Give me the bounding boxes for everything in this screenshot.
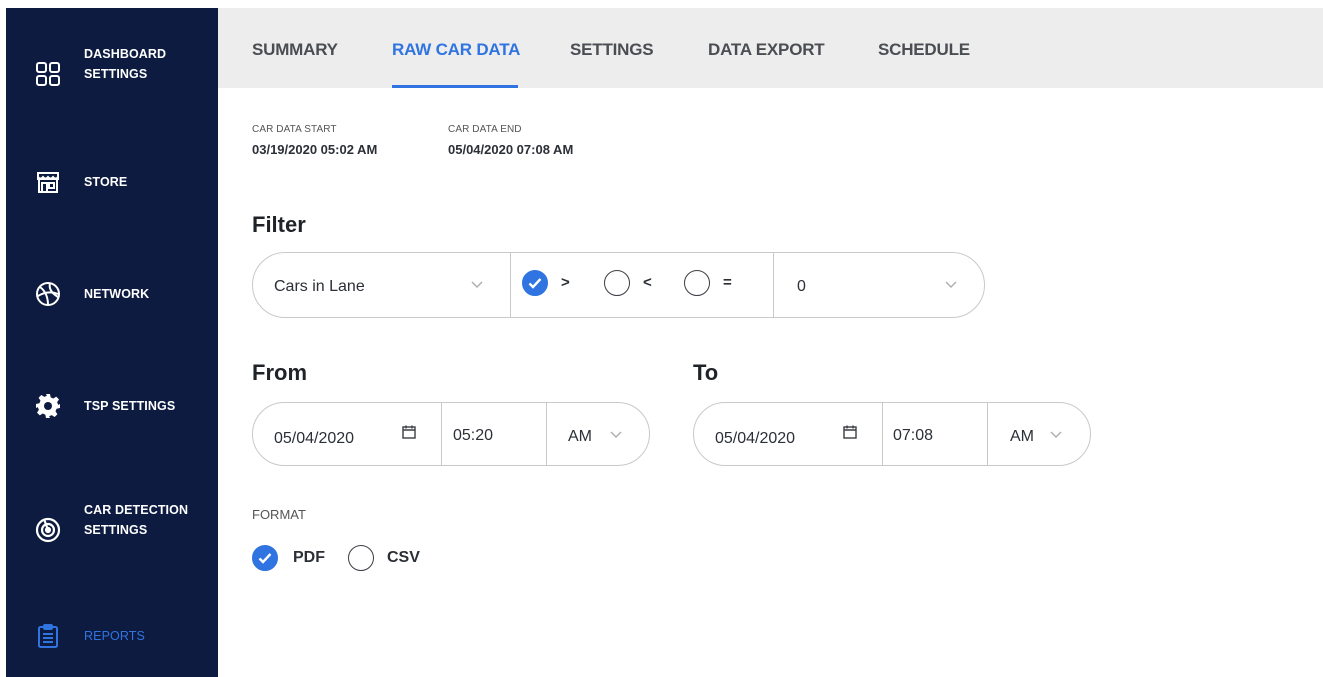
format-pdf-radio[interactable] xyxy=(252,545,278,571)
divider xyxy=(510,253,511,317)
tab-data-export[interactable]: DATA EXPORT xyxy=(708,40,825,60)
active-tab-indicator xyxy=(392,85,518,88)
car-data-start-value: 03/19/2020 05:02 AM xyxy=(252,142,378,157)
car-data-start-label: CAR DATA START xyxy=(252,124,337,135)
operator-less-label: < xyxy=(643,274,652,291)
format-label: FORMAT xyxy=(252,507,306,522)
to-heading: To xyxy=(693,360,719,385)
to-date-input[interactable]: 05/04/2020 xyxy=(715,430,795,448)
sidebar-item-label: CAR DETECTION SETTINGS xyxy=(84,503,189,537)
chevron-down-icon[interactable] xyxy=(610,431,622,439)
network-globe-icon xyxy=(34,280,62,308)
sidebar: DASHBOARD SETTINGS STORE NETWORK TSP SETT… xyxy=(6,8,218,677)
filter-heading: Filter xyxy=(252,212,306,237)
divider xyxy=(987,403,988,465)
sidebar-item-label: NETWORK xyxy=(84,287,150,301)
chevron-down-icon[interactable] xyxy=(945,281,957,289)
from-date-input[interactable]: 05/04/2020 xyxy=(274,430,354,448)
sidebar-item-label: DASHBOARD SETTINGS xyxy=(84,47,167,81)
from-meridiem-select[interactable]: AM xyxy=(568,428,592,446)
checkmark-icon xyxy=(528,278,542,289)
operator-equal-radio[interactable] xyxy=(684,270,710,296)
sidebar-item-car-detection-settings[interactable]: CAR DETECTION SETTINGS xyxy=(6,500,218,560)
from-time-input[interactable]: 05:20 xyxy=(453,427,493,445)
tab-raw-car-data[interactable]: RAW CAR DATA xyxy=(392,40,520,60)
calendar-icon[interactable] xyxy=(843,425,857,439)
divider xyxy=(773,253,774,317)
divider xyxy=(546,403,547,465)
operator-equal-label: = xyxy=(723,274,732,291)
sidebar-item-label: REPORTS xyxy=(84,629,145,643)
tab-schedule[interactable]: SCHEDULE xyxy=(878,40,970,60)
tab-settings[interactable]: SETTINGS xyxy=(570,40,654,60)
format-csv-radio[interactable] xyxy=(348,545,374,571)
store-icon xyxy=(34,168,62,196)
sidebar-item-network[interactable]: NETWORK xyxy=(6,280,218,308)
car-data-end-label: CAR DATA END xyxy=(448,124,522,135)
operator-less-radio[interactable] xyxy=(604,270,630,296)
sidebar-item-label: STORE xyxy=(84,175,128,189)
sidebar-item-dashboard-settings[interactable]: DASHBOARD SETTINGS xyxy=(6,44,218,104)
sidebar-item-label: TSP SETTINGS xyxy=(84,399,176,413)
car-data-end-value: 05/04/2020 07:08 AM xyxy=(448,142,574,157)
radar-icon xyxy=(34,516,62,544)
to-meridiem-select[interactable]: AM xyxy=(1010,428,1034,446)
operator-greater-radio[interactable] xyxy=(522,270,548,296)
checkmark-icon xyxy=(258,553,272,564)
gear-icon xyxy=(34,392,62,420)
filter-field-select[interactable]: Cars in Lane xyxy=(274,278,365,296)
clipboard-icon xyxy=(34,622,62,650)
calendar-icon[interactable] xyxy=(402,425,416,439)
sidebar-item-tsp-settings[interactable]: TSP SETTINGS xyxy=(6,392,218,420)
sidebar-item-store[interactable]: STORE xyxy=(6,168,218,196)
divider xyxy=(441,403,442,465)
format-csv-label: CSV xyxy=(387,549,420,566)
dashboard-grid-icon xyxy=(34,60,62,88)
sidebar-item-reports[interactable]: REPORTS xyxy=(6,622,218,650)
operator-greater-label: > xyxy=(561,274,570,291)
divider xyxy=(882,403,883,465)
chevron-down-icon[interactable] xyxy=(471,281,483,289)
chevron-down-icon[interactable] xyxy=(1050,431,1062,439)
tab-summary[interactable]: SUMMARY xyxy=(252,40,338,60)
from-heading: From xyxy=(252,360,307,385)
to-time-input[interactable]: 07:08 xyxy=(893,427,933,445)
format-pdf-label: PDF xyxy=(293,549,325,566)
filter-value-select[interactable]: 0 xyxy=(797,278,806,296)
